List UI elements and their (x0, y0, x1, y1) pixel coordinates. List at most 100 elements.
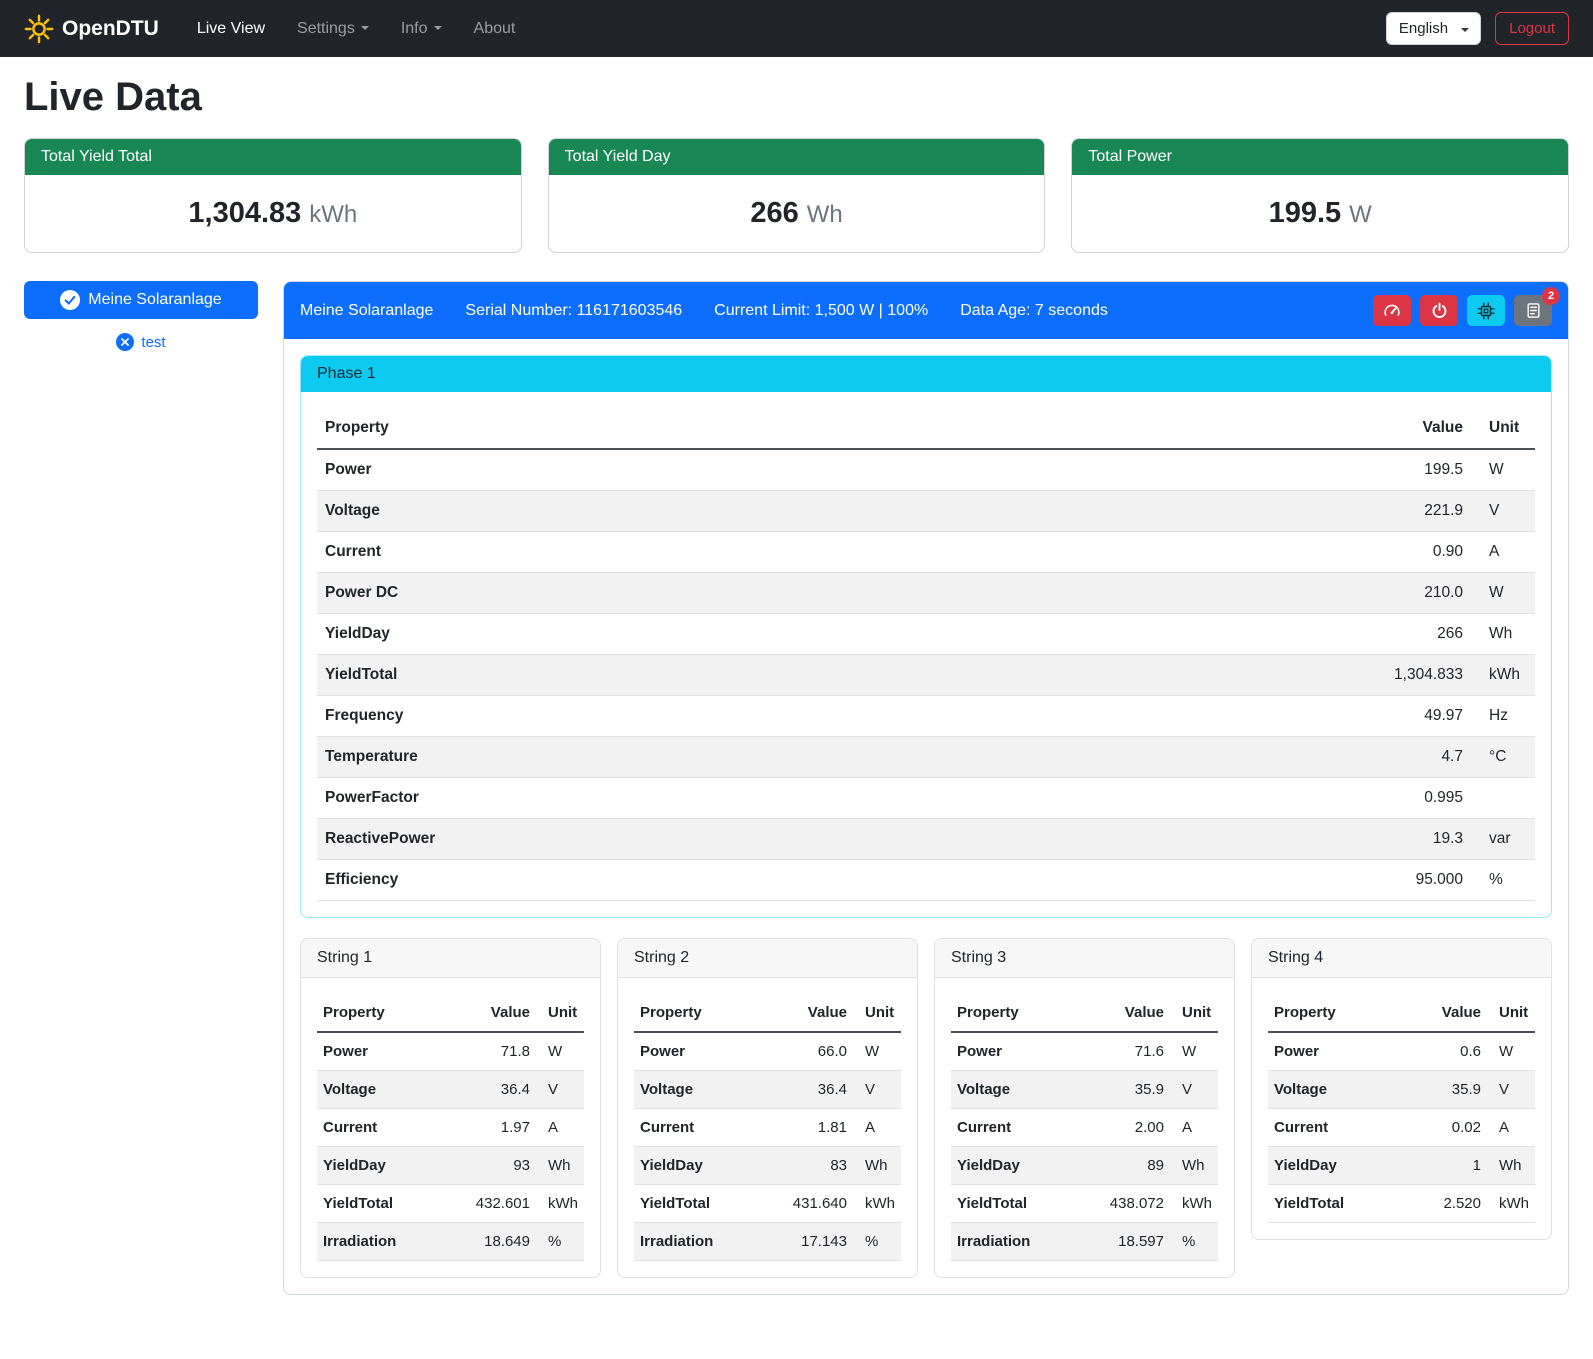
property-cell: Current (634, 1109, 757, 1147)
chevron-down-icon (1461, 28, 1469, 32)
inverter-select-button[interactable]: Meine Solaranlage (24, 281, 258, 319)
value-cell: 89 (1074, 1147, 1170, 1185)
value-cell: 4.7 (1007, 737, 1471, 778)
value-cell: 36.4 (440, 1071, 536, 1109)
unit-cell: Wh (1170, 1147, 1218, 1185)
phase-table: Property Value Unit Power (317, 408, 1535, 901)
property-cell: Power (951, 1032, 1074, 1071)
card-total-yield-total: Total Yield Total 1,304.83kWh (24, 138, 522, 253)
device-info-button[interactable] (1467, 295, 1505, 326)
col-property: Property (317, 994, 440, 1032)
string-table: Property Value Unit Power (317, 994, 584, 1261)
property-cell: Power (634, 1032, 757, 1071)
table-row: YieldTotal 431.640 kWh (634, 1185, 901, 1223)
value-cell: 2.520 (1403, 1185, 1487, 1223)
property-cell: Power (1268, 1032, 1403, 1071)
property-cell: YieldDay (1268, 1147, 1403, 1185)
summary-cards: Total Yield Total 1,304.83kWh Total Yiel… (24, 138, 1569, 253)
event-log-button[interactable]: 2 (1514, 295, 1552, 326)
unit-cell: V (853, 1071, 901, 1109)
x-circle-icon (116, 333, 134, 351)
value-cell: 36.4 (757, 1071, 853, 1109)
col-property: Property (1268, 994, 1403, 1032)
language-select[interactable]: English (1386, 12, 1481, 45)
table-row: YieldTotal 432.601 kWh (317, 1185, 584, 1223)
unit-cell: kWh (1487, 1185, 1535, 1223)
total-yield-total-value: 1,304.83 (188, 197, 301, 229)
table-row: Current 2.00 A (951, 1109, 1218, 1147)
nav-info[interactable]: Info (387, 12, 456, 46)
unit-cell: A (853, 1109, 901, 1147)
logout-button[interactable]: Logout (1495, 12, 1569, 45)
value-cell: 210.0 (1007, 573, 1471, 614)
card-body: 1,304.83kWh (25, 175, 521, 252)
property-cell: YieldTotal (1268, 1185, 1403, 1223)
inverter-list: Meine Solaranlage test (24, 281, 258, 351)
power-button[interactable] (1420, 295, 1458, 326)
unit-cell: A (536, 1109, 584, 1147)
value-cell: 2.00 (1074, 1109, 1170, 1147)
string-card-header: String 2 (618, 939, 917, 978)
inverter-panel-body: Phase 1 Property Value Unit (284, 339, 1568, 1294)
value-cell: 49.97 (1007, 696, 1471, 737)
unit-cell: W (1471, 449, 1535, 491)
table-row: Voltage 221.9 V (317, 491, 1535, 532)
phase-table-body: Power 199.5 W Voltage 221.9 V (317, 449, 1535, 901)
table-row: Current 0.02 A (1268, 1109, 1535, 1147)
unit-cell: W (536, 1032, 584, 1071)
value-cell: 0.02 (1403, 1109, 1487, 1147)
value-cell: 18.597 (1074, 1223, 1170, 1261)
unit-cell: kWh (1170, 1185, 1218, 1223)
unit-cell: W (853, 1032, 901, 1071)
phase-card-header: Phase 1 (301, 356, 1551, 392)
property-cell: YieldTotal (951, 1185, 1074, 1223)
value-cell: 0.995 (1007, 778, 1471, 819)
nav-about[interactable]: About (460, 12, 530, 46)
table-row: Irradiation 17.143 % (634, 1223, 901, 1261)
table-row: Power 0.6 W (1268, 1032, 1535, 1071)
property-cell: Voltage (317, 491, 1007, 532)
nav-live-view[interactable]: Live View (183, 12, 279, 46)
inverter-test-label: test (141, 334, 165, 351)
inverter-panel-header: Meine Solaranlage Serial Number: 1161716… (284, 282, 1568, 339)
string-table: Property Value Unit Power (1268, 994, 1535, 1223)
journal-list-icon (1525, 302, 1542, 319)
value-cell: 71.6 (1074, 1032, 1170, 1071)
property-cell: YieldDay (634, 1147, 757, 1185)
value-cell: 17.143 (757, 1223, 853, 1261)
inverter-list-item-test[interactable]: test (24, 333, 258, 351)
table-row: Power DC 210.0 W (317, 573, 1535, 614)
nav-settings[interactable]: Settings (283, 12, 383, 46)
value-cell: 0.6 (1403, 1032, 1487, 1071)
property-cell: YieldDay (951, 1147, 1074, 1185)
unit-cell: % (536, 1223, 584, 1261)
table-header-row: Property Value Unit (317, 408, 1535, 449)
value-cell: 1.97 (440, 1109, 536, 1147)
unit-cell: W (1170, 1032, 1218, 1071)
string-card-header: String 4 (1252, 939, 1551, 978)
phase-card: Phase 1 Property Value Unit (300, 355, 1552, 918)
property-cell: Voltage (1268, 1071, 1403, 1109)
speedometer-icon (1383, 302, 1401, 320)
value-cell: 266 (1007, 614, 1471, 655)
property-cell: YieldTotal (634, 1185, 757, 1223)
cpu-chip-icon (1477, 302, 1495, 320)
col-property: Property (951, 994, 1074, 1032)
unit-cell: % (853, 1223, 901, 1261)
table-row: YieldDay 83 Wh (634, 1147, 901, 1185)
property-cell: Current (317, 1109, 440, 1147)
unit-cell: Wh (853, 1147, 901, 1185)
col-value: Value (1007, 408, 1471, 449)
property-cell: Power DC (317, 573, 1007, 614)
property-cell: Efficiency (317, 860, 1007, 901)
property-cell: YieldTotal (317, 655, 1007, 696)
string-table-body: Power 66.0 W Voltage 36.4 V (634, 1032, 901, 1261)
value-cell: 19.3 (1007, 819, 1471, 860)
col-value: Value (1403, 994, 1487, 1032)
inverter-actions: 2 (1373, 295, 1552, 326)
value-cell: 66.0 (757, 1032, 853, 1071)
table-row: YieldDay 89 Wh (951, 1147, 1218, 1185)
string-card-4: String 4 Property Value Unit (1251, 938, 1552, 1240)
limit-settings-button[interactable] (1373, 295, 1411, 326)
value-cell: 95.000 (1007, 860, 1471, 901)
